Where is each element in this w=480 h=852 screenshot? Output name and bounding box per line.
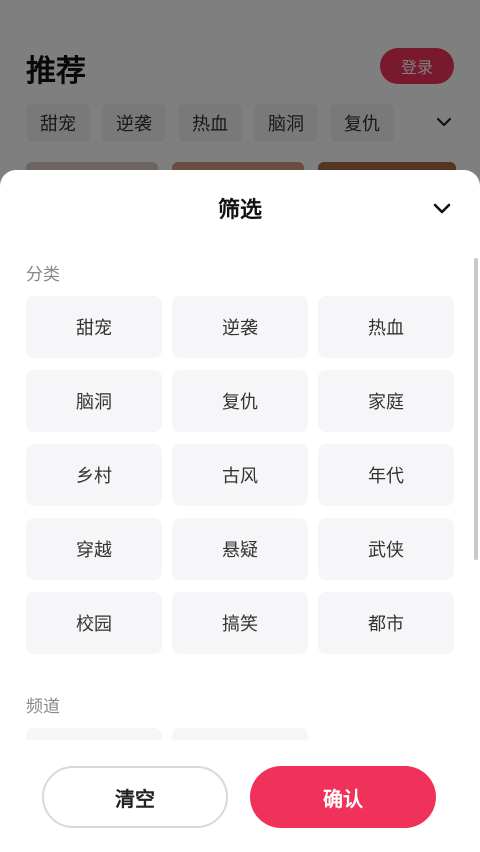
category-chip[interactable]: 复仇 [172,370,308,432]
scrollbar-thumb[interactable] [474,258,478,560]
category-chip[interactable]: 脑洞 [26,370,162,432]
category-chip[interactable]: 逆袭 [172,296,308,358]
chevron-down-icon[interactable] [430,196,454,220]
channel-section-label: 频道 [26,697,60,717]
sheet-footer: 清空 确认 [0,740,480,852]
category-chip[interactable]: 年代 [318,444,454,506]
category-chip[interactable]: 都市 [318,592,454,654]
category-chip[interactable]: 家庭 [318,370,454,432]
category-chip[interactable]: 甜宠 [26,296,162,358]
category-chip[interactable]: 校园 [26,592,162,654]
category-chip[interactable]: 乡村 [26,444,162,506]
category-grid: 甜宠 逆袭 热血 脑洞 复仇 家庭 乡村 古风 年代 穿越 悬疑 武侠 校园 搞… [26,296,454,654]
category-chip[interactable]: 搞笑 [172,592,308,654]
category-chip[interactable]: 穿越 [26,518,162,580]
scrollbar[interactable] [474,258,478,560]
category-chip[interactable]: 古风 [172,444,308,506]
category-section-label: 分类 [26,265,60,285]
filter-sheet: 筛选 分类 甜宠 逆袭 热血 脑洞 复仇 家庭 乡村 古风 年代 穿越 悬疑 武… [0,170,480,852]
clear-button[interactable]: 清空 [42,766,228,828]
confirm-button[interactable]: 确认 [250,766,436,828]
category-chip[interactable]: 悬疑 [172,518,308,580]
category-chip[interactable]: 热血 [318,296,454,358]
category-chip[interactable]: 武侠 [318,518,454,580]
sheet-title: 筛选 [217,198,262,223]
